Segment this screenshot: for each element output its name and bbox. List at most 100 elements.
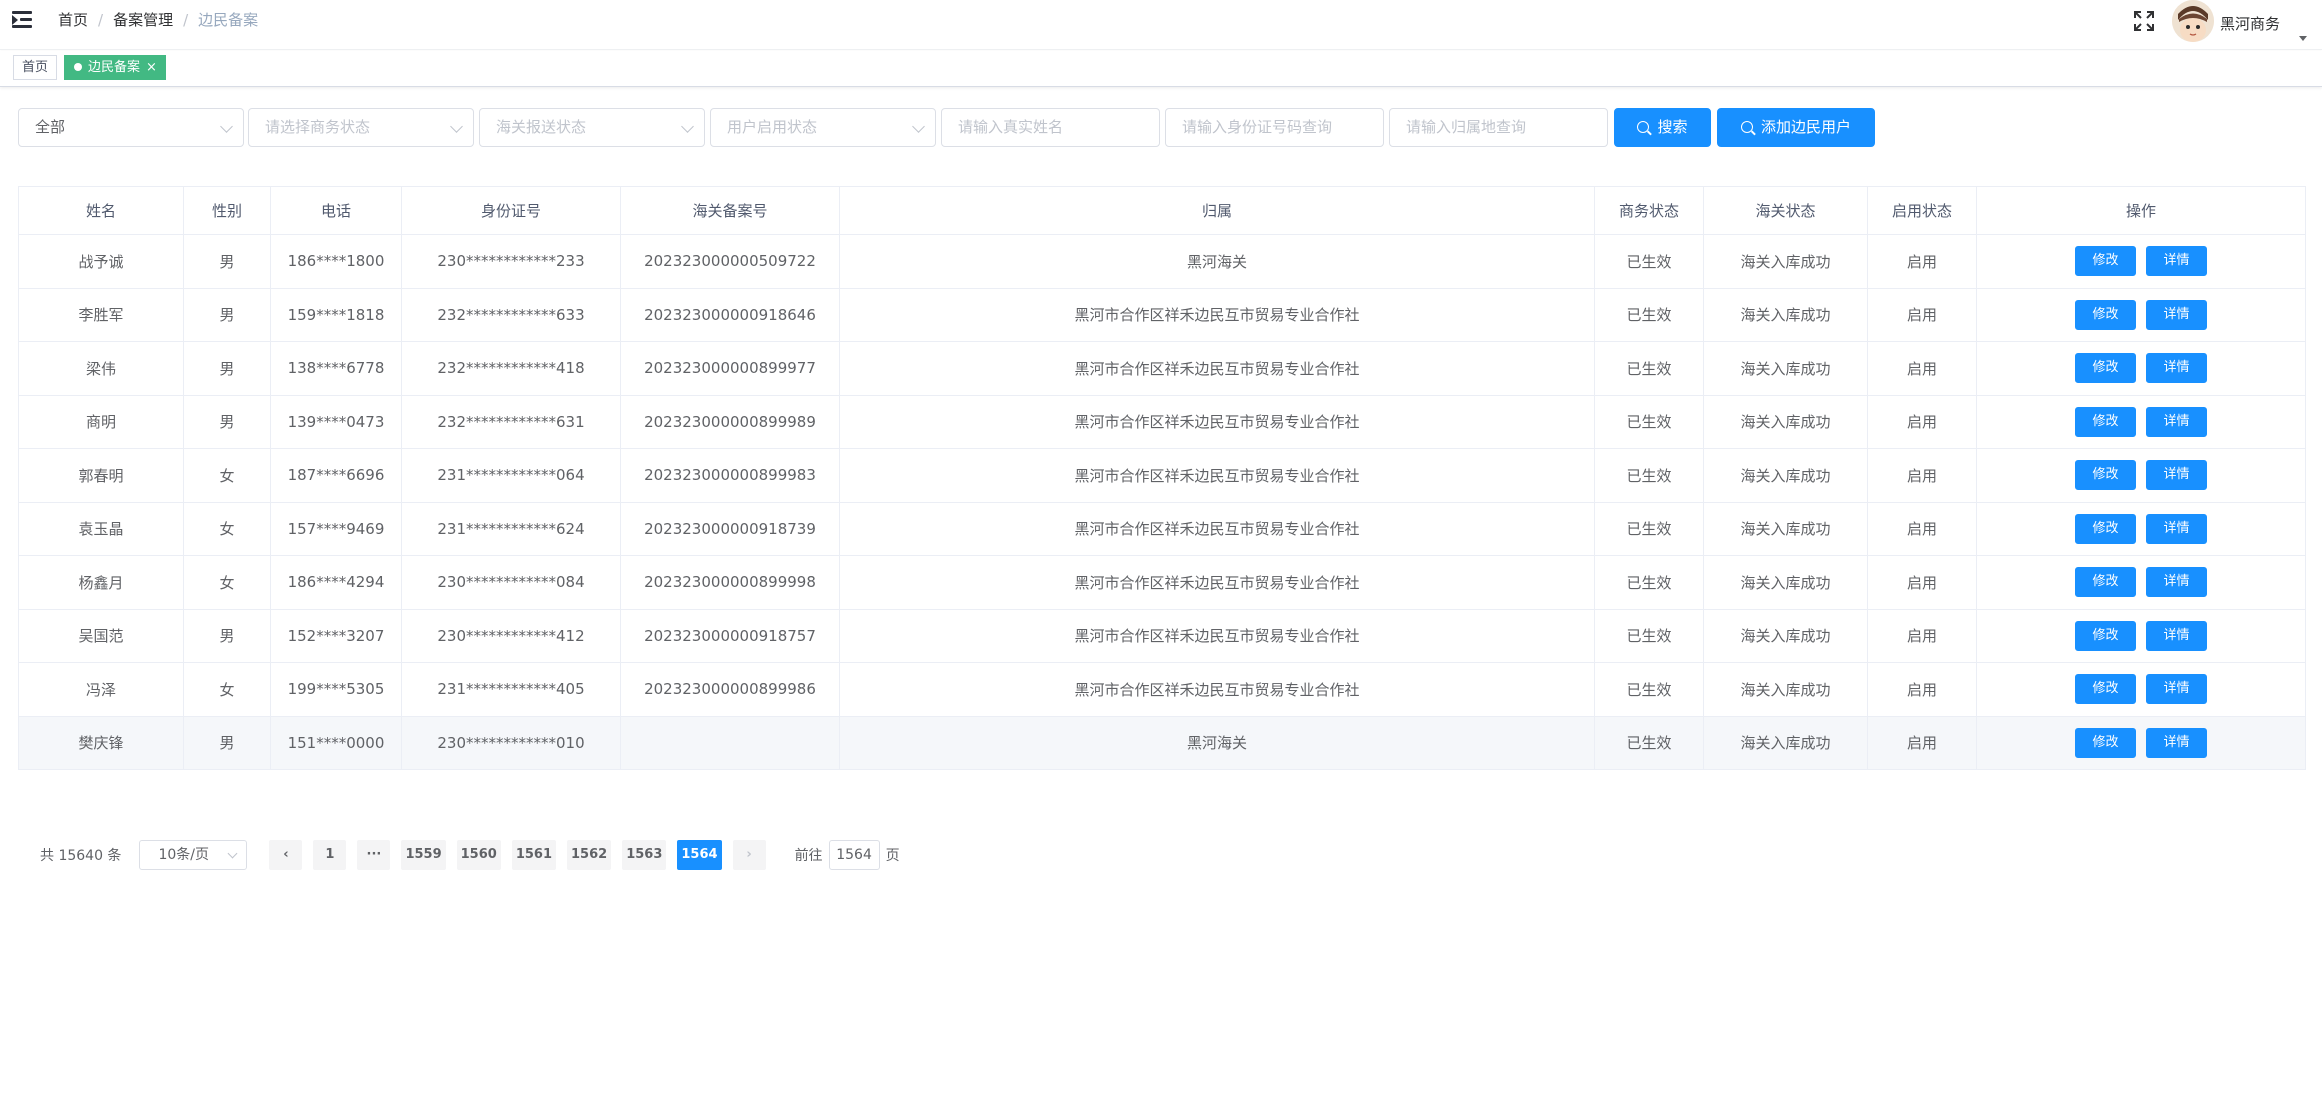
cell-gender: 男 bbox=[183, 394, 271, 449]
table-row: 郭春明女 187****6696 231************064 2023230… bbox=[18, 448, 2306, 503]
cell-idcard: 232************633 bbox=[401, 287, 621, 342]
customs-status-select[interactable]: 海关报送状态 bbox=[479, 108, 705, 147]
prev-page-button[interactable]: ‹ bbox=[269, 840, 303, 870]
cell-enable-status: 启用 bbox=[1867, 608, 1977, 663]
edit-button[interactable]: 修改 bbox=[2075, 353, 2136, 384]
chevron-down-icon bbox=[220, 120, 233, 133]
chevron-down-icon bbox=[227, 848, 238, 859]
search-button-label: 搜索 bbox=[1657, 118, 1688, 136]
cell-business-status: 已生效 bbox=[1594, 501, 1704, 556]
column-header-business-status: 商务状态 bbox=[1594, 186, 1704, 235]
page-button[interactable]: 1564 bbox=[677, 840, 722, 870]
cell-customs-filing-no: 202323000000899986 bbox=[620, 662, 840, 717]
page-button[interactable]: 1560 bbox=[456, 840, 501, 870]
cell-customs-status: 海关入库成功 bbox=[1703, 287, 1868, 342]
edit-button[interactable]: 修改 bbox=[2075, 513, 2136, 544]
search-button[interactable]: 搜索 bbox=[1614, 108, 1711, 147]
tag-border-resident-filing[interactable]: 边民备案 × bbox=[64, 55, 166, 80]
edit-button[interactable]: 修改 bbox=[2075, 460, 2136, 491]
page-button[interactable]: 1563 bbox=[622, 840, 667, 870]
cell-phone: 139****0473 bbox=[270, 394, 402, 449]
cell-actions: 修改 详情 bbox=[1976, 555, 2306, 610]
cell-customs-filing-no: 202323000000899983 bbox=[620, 448, 840, 503]
next-page-button[interactable]: › bbox=[732, 840, 766, 870]
fullscreen-icon[interactable] bbox=[2133, 10, 2155, 32]
page-button[interactable]: 1 bbox=[313, 840, 347, 870]
detail-button[interactable]: 详情 bbox=[2146, 460, 2207, 491]
cell-actions: 修改 详情 bbox=[1976, 234, 2306, 289]
business-status-select[interactable]: 请选择商务状态 bbox=[248, 108, 474, 147]
cell-customs-filing-no: 202323000000918646 bbox=[620, 287, 840, 342]
cell-affiliation: 黑河市合作区祥禾边民互市贸易专业合作社 bbox=[839, 448, 1595, 503]
add-border-user-button[interactable]: 添加边民用户 bbox=[1717, 108, 1875, 147]
tag-home[interactable]: 首页 bbox=[13, 55, 58, 80]
cell-phone: 138****6778 bbox=[270, 341, 402, 396]
idcard-input-placeholder: 请输入身份证号码查询 bbox=[1182, 118, 1333, 136]
breadcrumb-filing-management[interactable]: 备案管理 bbox=[113, 9, 173, 31]
cell-affiliation: 黑河市合作区祥禾边民互市贸易专业合作社 bbox=[839, 555, 1595, 610]
close-icon[interactable]: × bbox=[146, 60, 157, 75]
page-button[interactable]: 1561 bbox=[511, 840, 556, 870]
jump-page-input[interactable]: 1564 bbox=[828, 840, 880, 870]
detail-button[interactable]: 详情 bbox=[2146, 353, 2207, 384]
page-button[interactable]: 1559 bbox=[401, 840, 446, 870]
detail-button[interactable]: 详情 bbox=[2146, 567, 2207, 598]
page-size-select[interactable]: 10条/页 bbox=[139, 840, 248, 870]
detail-button[interactable]: 详情 bbox=[2146, 246, 2207, 277]
cell-name: 杨鑫月 bbox=[18, 555, 184, 610]
detail-button[interactable]: 详情 bbox=[2146, 406, 2207, 437]
cell-customs-filing-no: 202323000000509722 bbox=[620, 234, 840, 289]
cell-customs-status: 海关入库成功 bbox=[1703, 394, 1868, 449]
enable-status-select[interactable]: 用户启用状态 bbox=[710, 108, 936, 147]
cell-customs-status: 海关入库成功 bbox=[1703, 448, 1868, 503]
edit-button[interactable]: 修改 bbox=[2075, 406, 2136, 437]
detail-button[interactable]: 详情 bbox=[2146, 727, 2207, 758]
edit-button[interactable]: 修改 bbox=[2075, 674, 2136, 705]
page-button[interactable]: 1562 bbox=[567, 840, 612, 870]
cell-affiliation: 黑河市合作区祥禾边民互市贸易专业合作社 bbox=[839, 608, 1595, 663]
caret-down-icon[interactable] bbox=[2299, 36, 2307, 41]
page-jumper: 前往 1564 页 bbox=[795, 840, 900, 870]
cell-name: 战予诚 bbox=[18, 234, 184, 289]
name-input[interactable]: 请输入真实姓名 bbox=[941, 108, 1160, 147]
detail-button[interactable]: 详情 bbox=[2146, 674, 2207, 705]
hamburger-menu-icon[interactable] bbox=[12, 11, 34, 31]
idcard-input[interactable]: 请输入身份证号码查询 bbox=[1165, 108, 1384, 147]
detail-button[interactable]: 详情 bbox=[2146, 620, 2207, 651]
edit-button[interactable]: 修改 bbox=[2075, 246, 2136, 277]
cell-gender: 女 bbox=[183, 662, 271, 717]
chevron-down-icon bbox=[681, 120, 694, 133]
table-row: 杨鑫月女 186****4294 230************084 2023230… bbox=[18, 555, 2306, 610]
scope-select[interactable]: 全部 bbox=[18, 108, 244, 147]
username[interactable]: 黑河商务 bbox=[2220, 13, 2280, 34]
cell-actions: 修改 详情 bbox=[1976, 501, 2306, 556]
breadcrumb-home[interactable]: 首页 bbox=[58, 9, 88, 31]
cell-name: 郭春明 bbox=[18, 448, 184, 503]
cell-phone: 152****3207 bbox=[270, 608, 402, 663]
table-row: 梁伟男 138****6778 232************418 20232300… bbox=[18, 341, 2306, 396]
cell-affiliation: 黑河市合作区祥禾边民互市贸易专业合作社 bbox=[839, 501, 1595, 556]
column-header-enable-status: 启用状态 bbox=[1867, 186, 1977, 235]
column-header-customs-status: 海关状态 bbox=[1703, 186, 1868, 235]
edit-button[interactable]: 修改 bbox=[2075, 299, 2136, 330]
more-pages-button[interactable]: ··· bbox=[357, 840, 391, 870]
detail-button[interactable]: 详情 bbox=[2146, 513, 2207, 544]
cell-business-status: 已生效 bbox=[1594, 287, 1704, 342]
cell-gender: 男 bbox=[183, 287, 271, 342]
region-input[interactable]: 请输入归属地查询 bbox=[1389, 108, 1608, 147]
detail-button[interactable]: 详情 bbox=[2146, 299, 2207, 330]
edit-button[interactable]: 修改 bbox=[2075, 727, 2136, 758]
cell-idcard: 231************624 bbox=[401, 501, 621, 556]
column-header-idcard: 身份证号 bbox=[401, 186, 621, 235]
edit-button[interactable]: 修改 bbox=[2075, 567, 2136, 598]
avatar[interactable] bbox=[2172, 0, 2214, 42]
column-header-phone: 电话 bbox=[270, 186, 402, 235]
cell-name: 商明 bbox=[18, 394, 184, 449]
cell-gender: 女 bbox=[183, 501, 271, 556]
cell-idcard: 230************084 bbox=[401, 555, 621, 610]
cell-business-status: 已生效 bbox=[1594, 448, 1704, 503]
cell-gender: 男 bbox=[183, 341, 271, 396]
table-row: 战予诚男 186****1800 230************233 2023230… bbox=[18, 234, 2306, 289]
cell-actions: 修改 详情 bbox=[1976, 448, 2306, 503]
edit-button[interactable]: 修改 bbox=[2075, 620, 2136, 651]
